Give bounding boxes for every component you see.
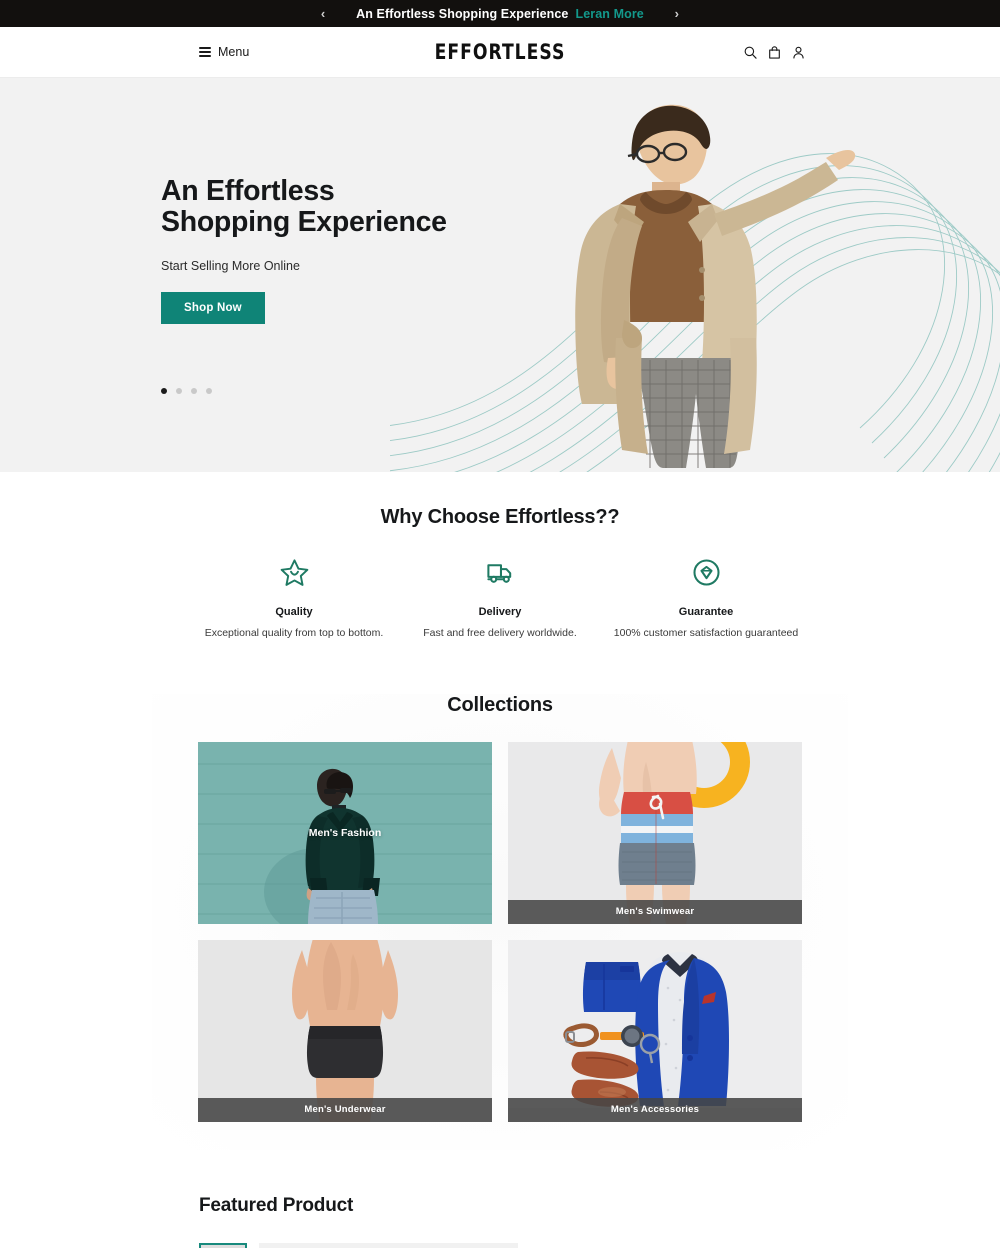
header-icon-group <box>743 45 806 60</box>
hero-carousel: An Effortless Shopping Experience Start … <box>0 78 1000 472</box>
announcement-message: An Effortless Shopping Experience <box>356 6 569 21</box>
featured-product-body: Men's Soft Cotton Dress Shirt <box>199 1242 801 1248</box>
feature-quality: Quality Exceptional quality from top to … <box>191 555 397 642</box>
feature-delivery: Delivery Fast and free delivery worldwid… <box>397 555 603 642</box>
feature-guarantee-desc: 100% customer satisfaction guaranteed <box>613 627 799 639</box>
collection-image-mens-swimwear <box>508 741 802 924</box>
collections-section: Collections Men's Fashion Men's Swimwear… <box>0 693 1000 1150</box>
featured-product-section: Featured Product <box>0 1195 1000 1248</box>
carousel-dot-1[interactable] <box>161 388 167 394</box>
feature-guarantee-name: Guarantee <box>678 606 734 618</box>
carousel-dot-3[interactable] <box>191 388 197 394</box>
announcement-bar: ‹ An Effortless Shopping Experience Lera… <box>0 0 1000 27</box>
hero-subtitle: Start Selling More Online <box>161 258 300 273</box>
feature-list: Quality Exceptional quality from top to … <box>0 555 1000 642</box>
collections-title: Collections <box>447 693 553 716</box>
shop-now-button[interactable]: Shop Now <box>161 291 265 324</box>
carousel-dot-4[interactable] <box>206 388 212 394</box>
carousel-dot-2[interactable] <box>176 388 182 394</box>
collection-card-mens-underwear[interactable]: Men's Underwear <box>198 939 492 1122</box>
product-thumbnail-list <box>199 1242 247 1248</box>
hero-title: An Effortless Shopping Experience <box>161 175 447 238</box>
account-icon[interactable] <box>791 45 806 60</box>
collection-card-mens-accessories[interactable]: Men's Accessories <box>508 939 802 1122</box>
why-choose-title: Why Choose Effortless?? <box>380 506 620 528</box>
collection-card-mens-swimwear[interactable]: Men's Swimwear <box>508 741 802 924</box>
feature-guarantee: Guarantee 100% customer satisfaction gua… <box>603 555 809 642</box>
feature-quality-desc: Exceptional quality from top to bottom. <box>204 627 384 639</box>
feature-quality-name: Quality <box>275 606 313 618</box>
product-main-image[interactable] <box>259 1242 518 1248</box>
collection-label-mens-fashion: Men's Fashion <box>308 826 382 839</box>
feature-delivery-name: Delivery <box>478 606 522 618</box>
search-icon[interactable] <box>743 45 758 60</box>
why-choose-section: Why Choose Effortless?? Quality Exceptio… <box>0 472 1000 642</box>
collection-label-mens-accessories: Men's Accessories <box>508 1097 802 1122</box>
delivery-truck-icon <box>405 555 595 589</box>
collections-grid: Men's Fashion Men's Swimwear Men's Under… <box>198 741 802 1122</box>
carousel-dots <box>161 388 212 394</box>
product-main-image-art <box>259 1242 518 1248</box>
announcement-message-group: An Effortless Shopping Experience Leran … <box>356 7 644 21</box>
featured-product-title: Featured Product <box>199 1194 354 1216</box>
hero-copy: An Effortless Shopping Experience Start … <box>161 176 581 324</box>
announcement-prev-icon[interactable]: ‹ <box>316 7 330 20</box>
announcement-learn-more-link[interactable]: Leran More <box>575 7 643 21</box>
feature-delivery-desc: Fast and free delivery worldwide. <box>423 627 577 639</box>
shopping-bag-icon[interactable] <box>767 45 782 60</box>
guarantee-badge-icon <box>611 555 801 589</box>
star-quality-icon <box>199 555 389 589</box>
collection-card-mens-fashion[interactable]: Men's Fashion <box>198 741 492 924</box>
product-info: Men's Soft Cotton Dress Shirt <box>530 1243 801 1248</box>
collection-image-mens-underwear <box>198 939 492 1122</box>
collection-image-mens-accessories <box>508 939 802 1122</box>
site-header: Menu EFFORTLESS <box>0 27 1000 78</box>
product-thumbnail-1[interactable] <box>199 1242 247 1248</box>
collection-label-mens-underwear: Men's Underwear <box>198 1097 492 1122</box>
announcement-next-icon[interactable]: › <box>670 7 684 20</box>
collection-label-mens-swimwear: Men's Swimwear <box>508 899 802 924</box>
